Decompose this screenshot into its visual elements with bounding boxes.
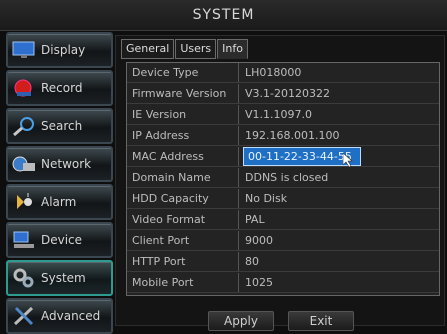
tools-icon — [11, 305, 37, 327]
tab-general[interactable]: General — [121, 39, 175, 59]
info-key: Firmware Version — [127, 84, 239, 103]
info-value: No Disk — [245, 192, 288, 205]
info-key: IE Version — [127, 105, 239, 124]
page-title: SYSTEM — [192, 7, 255, 23]
sidebar-item-device[interactable]: Device — [6, 222, 113, 258]
info-value: LH018000 — [245, 66, 302, 79]
info-value: DDNS is closed — [245, 171, 329, 184]
sidebar-item-label: Record — [41, 81, 83, 95]
table-row: IE Version V1.1.1097.0 — [127, 105, 439, 125]
sidebar-item-search[interactable]: Search — [6, 108, 113, 144]
info-value: V3.1-20120322 — [245, 87, 330, 100]
table-row: Domain Name DDNS is closed — [127, 168, 439, 188]
info-key: HTTP Port — [127, 252, 239, 271]
device-icon — [11, 229, 37, 251]
system-icon — [11, 267, 37, 289]
table-row: Video Format PAL — [127, 210, 439, 230]
mouse-cursor-icon — [343, 153, 353, 167]
table-row: Client Port 9000 — [127, 231, 439, 251]
info-table: Device Type LH018000 Firmware Version V3… — [126, 62, 440, 296]
info-value: 192.168.001.100 — [245, 129, 340, 142]
search-icon — [11, 115, 37, 137]
apply-button[interactable]: Apply — [208, 311, 274, 331]
sidebar: Display Record Search Network Alarm Devi… — [0, 32, 118, 334]
monitor-icon — [11, 39, 37, 61]
info-key: HDD Capacity — [127, 189, 239, 208]
info-key: Domain Name — [127, 168, 239, 187]
info-value: 1025 — [245, 276, 273, 289]
info-value: 9000 — [245, 234, 273, 247]
sidebar-item-network[interactable]: Network — [6, 146, 113, 182]
sidebar-item-display[interactable]: Display — [6, 32, 113, 68]
alarm-icon — [11, 191, 37, 213]
sidebar-item-label: System — [41, 271, 86, 285]
tab-bar: General Users Info — [121, 39, 249, 59]
table-row: Mobile Port 1025 — [127, 273, 439, 293]
table-row: Device Type LH018000 — [127, 63, 439, 83]
info-key: Video Format — [127, 210, 239, 229]
info-key: Client Port — [127, 231, 239, 250]
sidebar-item-label: Search — [41, 119, 83, 133]
sidebar-item-label: Advanced — [41, 309, 101, 323]
info-value: V1.1.1097.0 — [245, 108, 313, 121]
table-row: HTTP Port 80 — [127, 252, 439, 272]
tab-users[interactable]: Users — [175, 39, 217, 59]
record-icon — [11, 77, 37, 99]
info-key: MAC Address — [127, 147, 239, 166]
sidebar-item-system[interactable]: System — [6, 260, 113, 296]
sidebar-item-advanced[interactable]: Advanced — [6, 298, 113, 334]
info-value: PAL — [245, 213, 265, 226]
system-panel: General Users Info Device Type LH018000 … — [115, 35, 445, 331]
sidebar-item-record[interactable]: Record — [6, 70, 113, 106]
title-bar: SYSTEM — [0, 0, 447, 31]
info-key: Device Type — [127, 63, 239, 82]
table-row: HDD Capacity No Disk — [127, 189, 439, 209]
sidebar-item-label: Network — [41, 157, 92, 171]
table-row: IP Address 192.168.001.100 — [127, 126, 439, 146]
tab-info[interactable]: Info — [217, 39, 248, 59]
info-key: Mobile Port — [127, 273, 239, 292]
info-value: 80 — [245, 255, 259, 268]
sidebar-item-alarm[interactable]: Alarm — [6, 184, 113, 220]
network-icon — [11, 153, 37, 175]
sidebar-item-label: Device — [41, 233, 83, 247]
sidebar-item-label: Display — [41, 43, 86, 57]
sidebar-item-label: Alarm — [41, 195, 77, 209]
table-row: MAC Address 00-11-22-33-44-55 — [127, 147, 439, 167]
exit-button[interactable]: Exit — [288, 311, 354, 331]
info-key: IP Address — [127, 126, 239, 145]
table-row: Firmware Version V3.1-20120322 — [127, 84, 439, 104]
